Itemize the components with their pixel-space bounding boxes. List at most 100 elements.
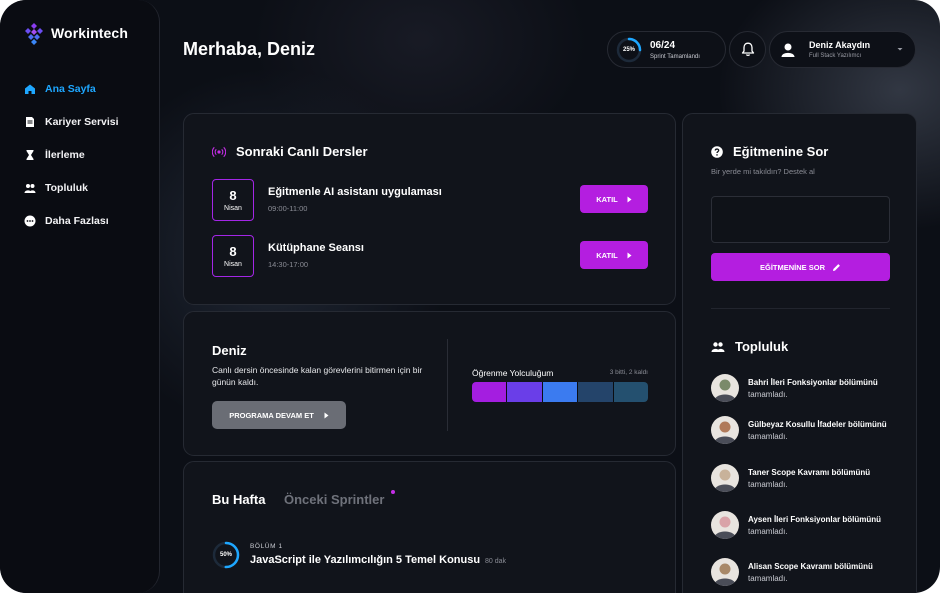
ask-instructor-button-label: EĞİTMENİNE SOR: [759, 262, 825, 272]
sidebar-item-kariyer-servisi[interactable]: Kariyer Servisi: [24, 105, 119, 138]
people-icon: [24, 182, 36, 194]
sidebar-item-label: İlerleme: [45, 148, 85, 161]
lesson-month: Nisan: [224, 260, 242, 268]
community-activity-item[interactable]: Alisan Scope Kavramı bölümünü tamamladı.: [711, 558, 901, 588]
sidebar-item-label: Ana Sayfa: [45, 82, 96, 95]
user-menu[interactable]: Deniz Akaydın Full Stack Yazılımcı: [769, 31, 916, 68]
activity-text-bold: Aysen İleri Fonksiyonlar bölümünü: [748, 515, 882, 524]
lesson-date: 8 Nisan: [212, 235, 254, 277]
lesson-row: 8 Nisan Kütüphane Seansı 14:30-17:00 KAT…: [212, 235, 652, 277]
activity-text: Bahri İleri Fonksiyonlar bölümünü tamaml…: [748, 377, 898, 401]
people-icon: [711, 341, 725, 352]
lesson-time: 09:00-11:00: [268, 204, 308, 213]
brand-name: Workintech: [51, 25, 128, 41]
sidebar-item-label: Topluluk: [45, 181, 88, 194]
user-role: Full Stack Yazılımcı: [809, 53, 862, 59]
tab-onceki-sprintler[interactable]: Önceki Sprintler: [284, 492, 384, 507]
notifications-button[interactable]: [729, 31, 766, 68]
divider: [711, 308, 890, 309]
join-button-label: KATIL: [596, 194, 618, 204]
bell-icon: [741, 42, 754, 56]
live-lessons-title: Sonraki Canlı Dersler: [236, 144, 368, 159]
community-activity-item[interactable]: Taner Scope Kavramı bölümünü tamamladı.: [711, 464, 901, 494]
journey-progress-bar: [472, 382, 648, 402]
module-percent: 50%: [219, 552, 232, 558]
ask-instructor-button[interactable]: EĞİTMENİNE SOR: [711, 253, 890, 281]
community-title: Topluluk: [735, 339, 789, 354]
activity-text-rest: tamamladı.: [748, 574, 788, 583]
journey-segment: [542, 382, 578, 402]
chevron-right-icon: [627, 196, 632, 202]
ask-instructor-title: Eğitmenine Sor: [733, 144, 829, 159]
hourglass-icon: [24, 149, 36, 161]
module-row[interactable]: 50% BÖLÜM 1 JavaScript ile Yazılımcılığı…: [212, 541, 612, 571]
sidebar-item-daha-fazlasi[interactable]: Daha Fazlası: [24, 204, 119, 237]
progress-card-name: Deniz: [212, 343, 247, 358]
lesson-row: 8 Nisan Eğitmenle AI asistanı uygulaması…: [212, 179, 652, 221]
sprint-progress-ring: 25%: [616, 37, 642, 63]
live-lessons-header: Sonraki Canlı Dersler: [212, 144, 368, 159]
avatar: [711, 416, 739, 444]
journey-segment: [507, 382, 542, 402]
avatar: [711, 511, 739, 539]
this-week-card: Bu Hafta Önceki Sprintler 50% BÖLÜM 1 Ja…: [183, 461, 676, 593]
progress-card-description: Canlı dersin öncesinde kalan görevlerini…: [212, 365, 423, 387]
right-panel: Eğitmenine Sor Bir yerde mi takıldın? De…: [682, 113, 917, 593]
ask-instructor-subtitle: Bir yerde mi takıldın? Destek al: [711, 167, 815, 176]
brand-logo[interactable]: Workintech: [22, 21, 128, 45]
activity-text-rest: tamamladı.: [748, 527, 788, 536]
avatar: [711, 374, 739, 402]
sprint-progress-pill[interactable]: 25% 06/24 Sprint Tamamlandı: [607, 31, 726, 68]
sidebar-item-topluluk[interactable]: Topluluk: [24, 171, 119, 204]
notification-dot: [391, 490, 395, 494]
sidebar: Workintech Ana Sayfa Kariyer Servisi İle…: [0, 0, 160, 593]
sidebar-item-label: Daha Fazlası: [45, 214, 109, 227]
ask-instructor-input[interactable]: [711, 196, 890, 243]
join-button[interactable]: KATIL: [580, 185, 648, 213]
lesson-name: Kütüphane Seansı: [268, 242, 364, 254]
activity-text: Alisan Scope Kavramı bölümünü tamamladı.: [748, 561, 898, 585]
community-activity-item[interactable]: Gülbeyaz Kosullu İfadeler bölümünü tamam…: [711, 416, 901, 446]
ask-instructor-header: Eğitmenine Sor: [711, 144, 828, 159]
join-button[interactable]: KATIL: [580, 241, 648, 269]
community-activity-item[interactable]: Bahri İleri Fonksiyonlar bölümünü tamaml…: [711, 374, 901, 404]
workintech-logo-icon: [25, 23, 43, 45]
lesson-day: 8: [229, 243, 237, 259]
sprint-percent: 25%: [622, 47, 635, 53]
community-header: Topluluk: [711, 339, 788, 354]
page-title: Merhaba, Deniz: [183, 39, 316, 59]
journey-meta: 3 bitti, 2 kaldı: [609, 369, 648, 376]
chevron-right-icon: [324, 412, 329, 418]
module-duration: 80 dak: [485, 558, 507, 565]
chevron-right-icon: [627, 252, 632, 258]
activity-text-bold: Taner Scope Kavramı bölümünü: [748, 468, 871, 477]
journey-segment: [613, 382, 648, 402]
home-icon: [24, 83, 36, 95]
lesson-date: 8 Nisan: [212, 179, 254, 221]
live-lessons-card: Sonraki Canlı Dersler 8 Nisan Eğitmenle …: [183, 113, 676, 305]
pencil-icon: [833, 263, 840, 271]
activity-text-bold: Alisan Scope Kavramı bölümünü: [748, 562, 873, 571]
lesson-time: 14:30-17:00: [268, 260, 309, 269]
sidebar-nav: Ana Sayfa Kariyer Servisi İlerleme Toplu…: [24, 72, 119, 237]
avatar: [711, 464, 739, 492]
community-activity-item[interactable]: Aysen İleri Fonksiyonlar bölümünü tamaml…: [711, 511, 901, 541]
user-name: Deniz Akaydın: [809, 40, 871, 50]
chevron-down-icon: [897, 48, 903, 51]
module-name: JavaScript ile Yazılımcılığın 5 Temel Ko…: [250, 554, 481, 566]
sprint-count: 06/24: [650, 40, 676, 51]
sidebar-item-ilerleme[interactable]: İlerleme: [24, 138, 119, 171]
question-icon: [711, 145, 723, 158]
broadcast-icon: [212, 146, 226, 157]
activity-text-rest: tamamladı.: [748, 390, 788, 399]
module-progress-ring: 50%: [212, 541, 240, 569]
activity-text-bold: Gülbeyaz Kosullu İfadeler bölümünü: [748, 420, 887, 429]
journey-segment: [578, 382, 613, 402]
continue-program-button[interactable]: PROGRAMA DEVAM ET: [212, 401, 346, 429]
activity-text: Taner Scope Kavramı bölümünü tamamladı.: [748, 467, 898, 491]
tab-bu-hafta[interactable]: Bu Hafta: [212, 492, 265, 507]
divider: [447, 339, 448, 431]
sprint-label: Sprint Tamamlandı: [650, 54, 700, 60]
module-chapter: BÖLÜM 1: [250, 543, 283, 550]
sidebar-item-ana-sayfa[interactable]: Ana Sayfa: [24, 72, 119, 105]
